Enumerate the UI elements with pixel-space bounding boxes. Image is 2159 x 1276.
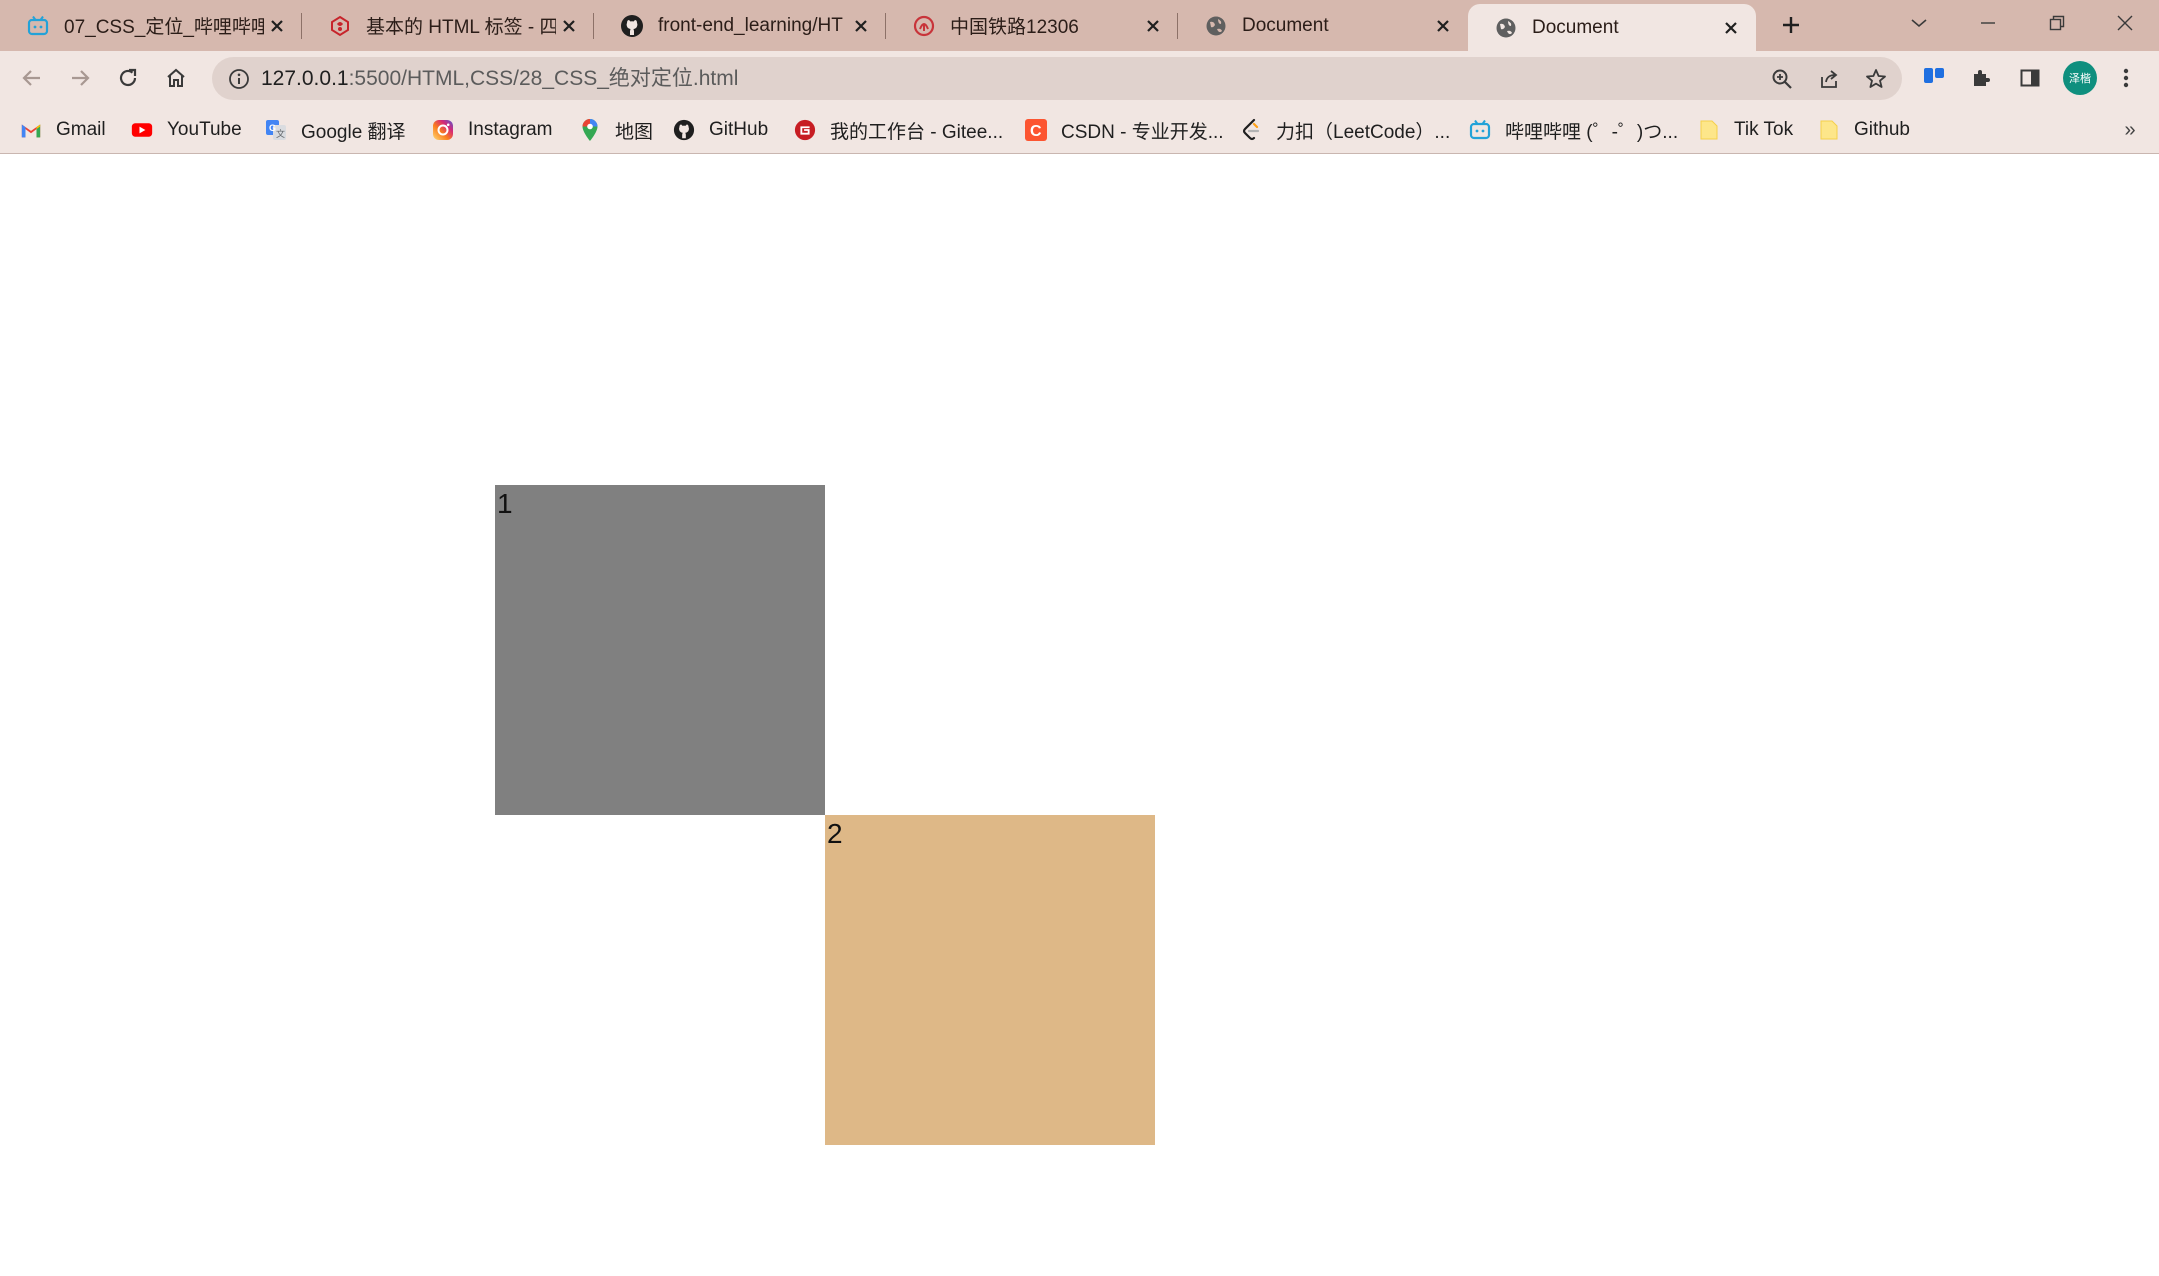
- url-host: 127.0.0.1: [261, 67, 349, 90]
- bookmark-star-icon[interactable]: [1860, 63, 1892, 95]
- tab-12306[interactable]: 中国铁路12306: [886, 0, 1178, 51]
- url-path: :5500/HTML,CSS/28_CSS_绝对定位.html: [348, 67, 739, 90]
- tab-title: 07_CSS_定位_哔哩哔哩_: [64, 17, 264, 38]
- tab-title: front-end_learning/HT: [658, 14, 843, 36]
- trello-extension-icon[interactable]: [1914, 58, 1954, 98]
- bookmark-folder-github[interactable]: Github: [1818, 106, 1910, 154]
- page-viewport: 1 2: [0, 155, 2159, 1276]
- tab-title: Document: [1532, 16, 1619, 38]
- bookmark-label: Google 翻译: [301, 121, 406, 143]
- restore-button[interactable]: [2022, 0, 2091, 46]
- folder-icon: [1698, 119, 1720, 141]
- bookmark-label: YouTube: [167, 119, 242, 140]
- box-2: 2: [825, 815, 1155, 1145]
- bookmark-label: Instagram: [468, 119, 553, 140]
- bookmark-label: 哔哩哔哩 (゜-゜)つ...: [1505, 121, 1679, 143]
- bookmark-bilibili[interactable]: 哔哩哔哩 (゜-゜)つ...: [1469, 106, 1678, 154]
- home-button[interactable]: [156, 58, 196, 98]
- tab-title: 中国铁路12306: [950, 17, 1079, 38]
- github-icon: [673, 119, 695, 141]
- bilibili-icon: [1469, 119, 1491, 141]
- gmail-icon: [20, 119, 42, 141]
- menu-kebab-icon[interactable]: [2106, 58, 2146, 98]
- tab-title: Document: [1242, 14, 1329, 36]
- bookmark-maps[interactable]: 地图: [579, 106, 653, 154]
- youtube-icon: [131, 119, 153, 141]
- extensions-puzzle-icon[interactable]: [1962, 58, 2002, 98]
- close-icon[interactable]: [1430, 13, 1456, 39]
- side-panel-icon[interactable]: [2010, 58, 2050, 98]
- tab-bilibili-course[interactable]: 07_CSS_定位_哔哩哔哩_: [0, 0, 302, 51]
- tab-github-repo[interactable]: front-end_learning/HT: [594, 0, 886, 51]
- bookmark-label: 我的工作台 - Gitee...: [830, 121, 1004, 143]
- tab-html-tags[interactable]: 基本的 HTML 标签 - 四: [302, 0, 594, 51]
- leetcode-icon: [1240, 118, 1262, 141]
- folder-icon: [1818, 119, 1840, 141]
- google-translate-icon: G文: [265, 119, 287, 141]
- minimize-button[interactable]: [1953, 0, 2022, 46]
- zoom-icon[interactable]: [1766, 63, 1798, 95]
- bookmark-gitee[interactable]: 我的工作台 - Gitee...: [794, 106, 1003, 154]
- close-icon[interactable]: [1718, 15, 1744, 41]
- profile-avatar[interactable]: 泽楷: [2063, 61, 2097, 95]
- bookmark-github[interactable]: GitHub: [673, 106, 768, 154]
- bookmark-csdn[interactable]: C CSDN - 专业开发...: [1025, 106, 1224, 154]
- forward-button[interactable]: [60, 58, 100, 98]
- bookmark-label: GitHub: [709, 119, 769, 140]
- tab-title: 基本的 HTML 标签 - 四: [366, 17, 556, 38]
- reload-button[interactable]: [108, 58, 148, 98]
- close-icon[interactable]: [264, 13, 290, 39]
- bookmark-label: 地图: [615, 121, 654, 143]
- csdn-icon: C: [1025, 119, 1047, 141]
- close-icon[interactable]: [848, 13, 874, 39]
- browser-toolbar: 127.0.0.1:5500/HTML,CSS/28_CSS_绝对定位.html…: [0, 51, 2159, 106]
- share-icon[interactable]: [1813, 63, 1845, 95]
- close-icon[interactable]: [1140, 13, 1166, 39]
- bookmark-folder-tiktok[interactable]: Tik Tok: [1698, 106, 1793, 154]
- bookmark-label: Tik Tok: [1734, 119, 1794, 140]
- bookmark-youtube[interactable]: YouTube: [131, 106, 242, 154]
- svg-text:文: 文: [276, 128, 285, 140]
- bookmark-label: 力扣（LeetCode）...: [1276, 121, 1451, 143]
- bookmark-leetcode[interactable]: 力扣（LeetCode）...: [1240, 106, 1450, 154]
- globe-icon: [1494, 16, 1518, 40]
- box-1: 1: [495, 485, 825, 815]
- maps-pin-icon: [579, 119, 601, 141]
- bookmark-label: Github: [1854, 119, 1910, 140]
- address-bar[interactable]: 127.0.0.1:5500/HTML,CSS/28_CSS_绝对定位.html: [212, 57, 1902, 100]
- 12306-icon: [912, 14, 936, 38]
- tab-search-chevron-icon[interactable]: [1884, 0, 1953, 46]
- window-close-button[interactable]: [2090, 0, 2159, 46]
- bookmarks-bar: Gmail YouTube G文 Google 翻译 Instagram 地图 …: [0, 106, 2159, 154]
- tab-strip: 07_CSS_定位_哔哩哔哩_ 基本的 HTML 标签 - 四 front-en…: [0, 0, 2159, 51]
- close-icon[interactable]: [556, 13, 582, 39]
- bookmark-label: Gmail: [56, 119, 106, 140]
- site-info-icon[interactable]: [226, 66, 252, 92]
- more-bookmarks-chevron-icon[interactable]: »: [2116, 116, 2144, 144]
- tab-document-active[interactable]: Document: [1468, 4, 1756, 51]
- svg-text:C: C: [1030, 123, 1042, 140]
- gitee-icon: [794, 119, 816, 141]
- instagram-icon: [432, 119, 454, 141]
- bilibili-icon: [26, 14, 50, 38]
- bookmark-instagram[interactable]: Instagram: [432, 106, 552, 154]
- new-tab-button[interactable]: [1774, 8, 1808, 42]
- url-text[interactable]: 127.0.0.1:5500/HTML,CSS/28_CSS_绝对定位.html: [261, 57, 738, 100]
- github-icon: [620, 14, 644, 38]
- back-button[interactable]: [12, 58, 52, 98]
- tab-document-1[interactable]: Document: [1178, 0, 1468, 51]
- globe-icon: [1204, 14, 1228, 38]
- svg-text:G: G: [269, 123, 276, 133]
- huawei-icon: [328, 14, 352, 38]
- bookmark-google-translate[interactable]: G文 Google 翻译: [265, 106, 406, 154]
- bookmark-label: CSDN - 专业开发...: [1061, 121, 1224, 143]
- bookmark-gmail[interactable]: Gmail: [20, 106, 106, 154]
